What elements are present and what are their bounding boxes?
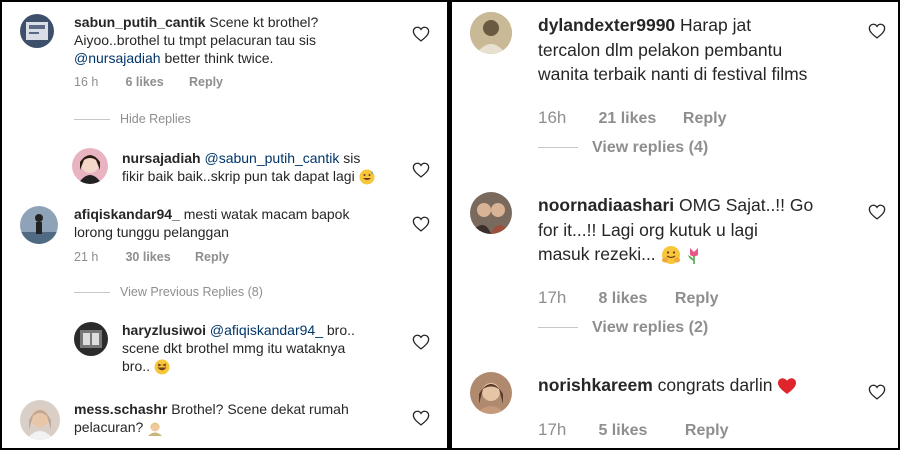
likes-count[interactable]: 8 likes [598,290,670,308]
comment-text: better think twice. [164,49,274,66]
grinning-sweat-emoji [359,169,375,185]
comment-text: for it...!! Lagi org kutuk u lagi [538,219,758,240]
left-comments-panel: sabun_putih_cantik Scene kt brothel? Aiy… [2,2,447,448]
view-previous-replies-toggle[interactable]: View Previous Replies (8) [74,285,263,299]
shrug-emoji [148,422,163,437]
reply-item: nursajadiah @sabun_putih_cantik sis fiki… [2,142,447,192]
comment-text: OMG Sajat..!! Go [679,195,814,215]
comment-item: mess.schashr Brothel? Scene dekat rumah … [2,394,447,448]
avatar[interactable] [470,12,512,54]
avatar[interactable] [20,400,60,440]
laughing-emoji [154,359,170,375]
comment-text: congrats darlin [657,375,773,395]
likes-count[interactable]: 6 likes [125,75,185,89]
comment-username[interactable]: mess.schashr [74,401,167,417]
comment-text: Aiyoo..brothel tu tmpt pelacuran tau sis [74,31,317,48]
comment-username[interactable]: sabun_putih_cantik [74,14,205,30]
reply-button[interactable]: Reply [683,110,727,128]
comment-text: Scene kt brothel? [209,14,319,30]
comment-text: wanita terbaik nanti di festival films [538,64,808,84]
comment-text: tercalon dlm pelakon pembantu [538,39,783,60]
like-heart-icon[interactable] [868,384,886,400]
likes-count[interactable]: 21 likes [598,110,678,128]
comment-text: bro.. [122,357,151,374]
comment-text: fikir baik baik..skrip pun tak dapat lag… [122,167,355,184]
comment-text: bro.. [326,322,355,338]
reply-button[interactable]: Reply [195,250,229,264]
view-replies-toggle[interactable]: View replies (2) [538,319,708,337]
comment-item: afiqiskandar94_ mesti watak macam bapok … [2,198,447,270]
like-heart-icon[interactable] [412,162,430,178]
comment-item: dylandexter9990 Harap jat tercalon dlm p… [452,2,898,172]
avatar[interactable] [20,14,54,48]
avatar[interactable] [74,322,108,356]
avatar[interactable] [72,148,108,184]
avatar[interactable] [470,192,512,234]
like-heart-icon[interactable] [412,410,430,426]
comment-username[interactable]: noornadiaashari [538,195,674,215]
like-heart-icon[interactable] [412,26,430,42]
likes-count[interactable]: 5 likes [598,422,680,440]
mention-link[interactable]: @sabun_putih_cantik [204,150,339,166]
reply-button[interactable]: Reply [189,75,223,89]
hugging-emoji [661,246,680,265]
comment-text: Harap jat [680,15,752,35]
comment-item: noornadiaashari OMG Sajat..!! Go for it.… [452,182,898,352]
comment-username[interactable]: dylandexter9990 [538,15,675,35]
reply-button[interactable]: Reply [685,422,729,440]
timestamp: 16h [538,108,567,127]
like-heart-icon[interactable] [868,23,886,39]
comment-username[interactable]: afiqiskandar94_ [74,206,180,222]
right-comments-panel: dylandexter9990 Harap jat tercalon dlm p… [452,2,898,448]
timestamp: 16 h [74,75,99,89]
comment-text: Brothel? Scene dekat rumah [171,401,349,417]
comment-text: masuk rezeki... [538,244,656,264]
comment-text: scene dkt brothel mmg itu wataknya [122,339,346,356]
like-heart-icon[interactable] [868,204,886,220]
view-replies-toggle[interactable]: View replies (4) [538,139,708,157]
avatar[interactable] [470,372,512,414]
timestamp: 17h [538,288,567,307]
comment-text: mesti watak macam bapok [183,206,350,222]
hide-replies-toggle[interactable]: Hide Replies [74,112,191,126]
comment-text: sis [343,150,361,166]
mention-link[interactable]: @nursajadiah [74,50,161,66]
mention-link[interactable]: @afiqiskandar94_ [210,322,323,338]
like-heart-icon[interactable] [412,216,430,232]
reply-button[interactable]: Reply [675,290,719,308]
reply-item: haryzlusiwoi @afiqiskandar94_ bro.. scen… [2,318,447,384]
comment-item: sabun_putih_cantik Scene kt brothel? Aiy… [2,2,447,102]
comment-username[interactable]: nursajadiah [122,150,201,166]
like-heart-icon[interactable] [412,334,430,350]
comment-username[interactable]: haryzlusiwoi [122,322,206,338]
timestamp: 17h [538,420,567,439]
comment-text: lorong tunggu pelanggan [74,223,229,240]
comment-item: norishkareem congrats darlin 17h 5 likes… [452,362,898,448]
likes-count[interactable]: 30 likes [125,250,191,264]
comment-username[interactable]: norishkareem [538,375,653,395]
timestamp: 21 h [74,250,99,264]
avatar[interactable] [20,206,58,244]
red-heart-emoji [778,378,797,395]
comment-text: pelacuran? [74,418,144,435]
tulip-emoji [688,248,699,265]
